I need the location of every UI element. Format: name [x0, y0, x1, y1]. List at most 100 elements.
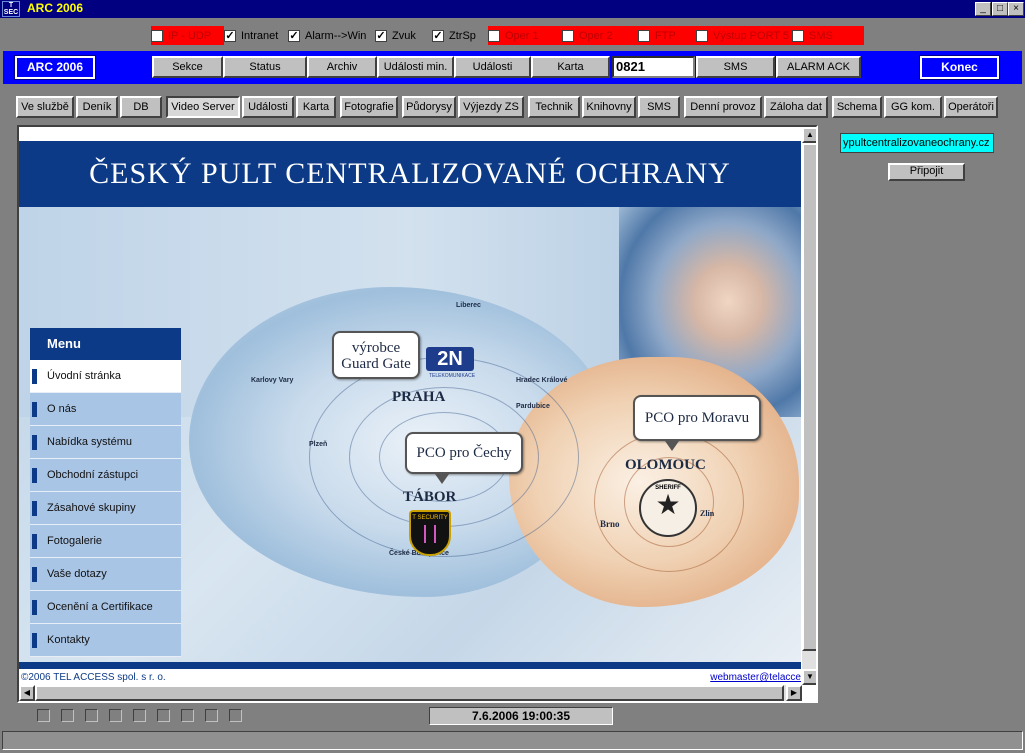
- tab-karta[interactable]: Karta: [296, 96, 336, 118]
- city-pardubice: Pardubice: [516, 403, 550, 410]
- checkbox-box[interactable]: [696, 29, 708, 42]
- web-title: ČESKÝ PULT CENTRALIZOVANÉ OCHRANY: [89, 157, 731, 190]
- city-praha: PRAHA: [392, 389, 446, 405]
- tab-gg-kom[interactable]: GG kom.: [884, 96, 942, 118]
- checkbox-box[interactable]: [792, 29, 804, 42]
- event-count-field[interactable]: 0821: [612, 56, 695, 78]
- sheriff-star-icon: ★: [655, 489, 681, 520]
- menu-item-kontakty[interactable]: Kontakty: [30, 624, 181, 657]
- udalosti-button[interactable]: Události: [454, 56, 531, 78]
- menu-item-zasahove-skupiny[interactable]: Zásahové skupiny: [30, 492, 181, 525]
- tab-zaloha-dat[interactable]: Záloha dat: [764, 96, 828, 118]
- udalosti-min-button[interactable]: Události min.: [377, 56, 454, 78]
- checkbox-label: Oper 1: [505, 29, 539, 42]
- tab-operatori[interactable]: Operátoři: [944, 96, 998, 118]
- checkbox-label: IP - UDP: [168, 29, 212, 42]
- menu-item-nabidka-systemu[interactable]: Nabídka systému: [30, 426, 181, 459]
- menu-item-label: Vaše dotazy: [47, 568, 107, 580]
- close-button[interactable]: ×: [1008, 2, 1024, 16]
- tab-denni-provoz[interactable]: Denní provoz: [684, 96, 762, 118]
- menu-item-vase-dotazy[interactable]: Vaše dotazy: [30, 558, 181, 591]
- webmaster-link[interactable]: webmaster@telacce: [710, 672, 801, 683]
- horizontal-scrollbar[interactable]: ◀ ▶: [19, 685, 802, 701]
- bubble-line-1: výrobce: [351, 340, 401, 356]
- scroll-right-icon[interactable]: ▶: [786, 685, 802, 701]
- tab-schema[interactable]: Schema: [832, 96, 882, 118]
- connect-button[interactable]: Připojit: [888, 163, 965, 181]
- checkbox-box[interactable]: [562, 29, 574, 42]
- checkbox-zvuk[interactable]: ✓ Zvuk: [375, 26, 416, 45]
- alarm-ack-button[interactable]: ALARM ACK: [776, 56, 861, 78]
- main-toolbar: ARC 2006 Sekce Status Archiv Události mi…: [3, 51, 1022, 84]
- menu-item-uvodni-stranka[interactable]: Úvodní stránka: [30, 360, 181, 393]
- tab-denik[interactable]: Deník: [76, 96, 118, 118]
- checkbox-alarm-win[interactable]: ✓ Alarm-->Win: [288, 26, 366, 45]
- checkbox-ftp[interactable]: FTP: [638, 26, 696, 45]
- checkbox-box[interactable]: [638, 29, 650, 42]
- tab-technik[interactable]: Technik: [528, 96, 580, 118]
- checkbox-box[interactable]: [151, 29, 163, 42]
- vertical-scroll-thumb[interactable]: [802, 143, 816, 651]
- scroll-up-icon[interactable]: ▲: [802, 127, 816, 143]
- vertical-scrollbar[interactable]: ▲ ▼: [802, 127, 816, 685]
- tab-knihovny[interactable]: Knihovny: [582, 96, 636, 118]
- tab-sms[interactable]: SMS: [638, 96, 680, 118]
- exit-button[interactable]: Konec: [919, 55, 1000, 80]
- city-hradec-kralove: Hradec Králové: [516, 377, 568, 384]
- app-icon-caption: SEC: [3, 9, 19, 16]
- menu-marker: [32, 435, 37, 450]
- sekce-button[interactable]: Sekce: [152, 56, 223, 78]
- tsecurity-shield-icon: T SECURITY: [409, 510, 451, 556]
- checkbox-sms[interactable]: SMS: [792, 26, 864, 45]
- checkbox-vystup-port5[interactable]: Výstup PORT 5: [696, 26, 792, 45]
- app-icon: T SEC: [2, 1, 20, 17]
- scroll-down-icon[interactable]: ▼: [802, 669, 816, 685]
- copyright-text: ©2006 TEL ACCESS spol. s r. o.: [21, 672, 166, 683]
- tab-video-server[interactable]: Video Server: [166, 96, 240, 118]
- checkbox-box[interactable]: ✓: [288, 29, 300, 42]
- menu-marker: [32, 534, 37, 549]
- minimize-button[interactable]: _: [975, 2, 991, 16]
- karta-button[interactable]: Karta: [531, 56, 610, 78]
- menu-marker: [32, 369, 37, 384]
- scroll-left-icon[interactable]: ◀: [19, 685, 35, 701]
- status-led: [133, 709, 146, 722]
- web-menu: Menu Úvodní stránka O nás Nabídka systém…: [30, 328, 181, 657]
- tab-vyjezdy-zs[interactable]: Výjezdy ZS: [458, 96, 524, 118]
- checkbox-box[interactable]: [488, 29, 500, 42]
- menu-item-obchodni-zastupci[interactable]: Obchodní zástupci: [30, 459, 181, 492]
- checkbox-oper2[interactable]: Oper 2: [562, 26, 638, 45]
- status-button[interactable]: Status: [223, 56, 307, 78]
- sms-button[interactable]: SMS: [696, 56, 775, 78]
- title-bar: T SEC ARC 2006 _ □ ×: [0, 0, 1025, 18]
- archiv-button[interactable]: Archiv: [307, 56, 377, 78]
- checkbox-box[interactable]: ✓: [432, 29, 444, 42]
- checkbox-oper1[interactable]: Oper 1: [488, 26, 562, 45]
- city-karlovy-vary: Karlovy Vary: [251, 377, 294, 384]
- checkbox-box[interactable]: ✓: [375, 29, 387, 42]
- tab-pudorysy[interactable]: Půdorysy: [402, 96, 456, 118]
- menu-item-o-nas[interactable]: O nás: [30, 393, 181, 426]
- status-bar: [2, 731, 1023, 750]
- window-title: ARC 2006: [27, 1, 84, 15]
- tab-udalosti[interactable]: Události: [242, 96, 294, 118]
- menu-item-label: Fotogalerie: [47, 535, 103, 547]
- menu-marker: [32, 402, 37, 417]
- tab-db[interactable]: DB: [120, 96, 162, 118]
- checkbox-ip-udp[interactable]: IP - UDP: [151, 26, 224, 45]
- tab-fotografie[interactable]: Fotografie: [340, 96, 398, 118]
- options-checkbox-row: IP - UDP ✓ Intranet ✓ Alarm-->Win ✓ Zvuk ✓ Z…: [0, 18, 1025, 52]
- menu-item-fotogalerie[interactable]: Fotogalerie: [30, 525, 181, 558]
- checkbox-label: ZtrSp: [449, 29, 476, 42]
- city-brno: Brno: [600, 519, 620, 529]
- horizontal-scroll-thumb[interactable]: [35, 685, 784, 701]
- checkbox-ztrsp[interactable]: ✓ ZtrSp: [432, 26, 476, 45]
- checkbox-intranet[interactable]: ✓ Intranet: [224, 26, 278, 45]
- app-label-button[interactable]: ARC 2006: [14, 55, 96, 80]
- menu-item-oceneni-certifikace[interactable]: Ocenění a Certifikace: [30, 591, 181, 624]
- checkbox-box[interactable]: ✓: [224, 29, 236, 42]
- tab-ve-sluzbe[interactable]: Ve službě: [16, 96, 74, 118]
- url-input[interactable]: ypultcentralizovaneochrany.cz: [840, 133, 994, 153]
- maximize-button[interactable]: □: [992, 2, 1008, 16]
- menu-item-label: Nabídka systému: [47, 436, 132, 448]
